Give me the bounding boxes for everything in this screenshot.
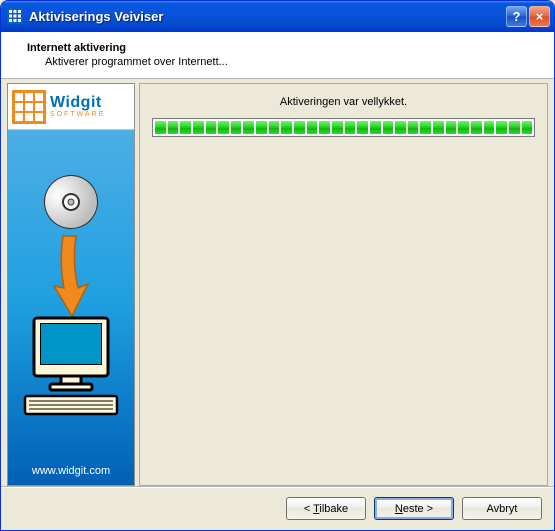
close-button[interactable]: ×: [529, 6, 550, 27]
progress-segment: [370, 121, 381, 134]
progress-segment: [471, 121, 482, 134]
titlebar: Aktiviserings Veiviser ? ×: [1, 1, 554, 31]
logo-name: Widgit: [50, 95, 105, 111]
help-button[interactable]: ?: [506, 6, 527, 27]
next-button[interactable]: Neste >: [374, 497, 454, 520]
progress-segment: [180, 121, 191, 134]
progress-segment: [206, 121, 217, 134]
progress-segment: [420, 121, 431, 134]
progress-segment: [256, 121, 267, 134]
logo-text: Widgit SOFTWARE: [50, 95, 105, 118]
progress-segment: [218, 121, 229, 134]
progress-segment: [269, 121, 280, 134]
sidebar-illustration: [8, 130, 134, 459]
logo: Widgit SOFTWARE: [8, 84, 134, 130]
progress-segment: [168, 121, 179, 134]
back-button[interactable]: < Tilbake: [286, 497, 366, 520]
progress-segment: [446, 121, 457, 134]
next-button-label: Neste >: [395, 503, 433, 515]
progress-segment: [522, 121, 533, 134]
content-row: Widgit SOFTWARE: [1, 79, 554, 486]
progress-segment: [484, 121, 495, 134]
progress-segment: [496, 121, 507, 134]
cancel-button[interactable]: Avbryt: [462, 497, 542, 520]
progress-segment: [357, 121, 368, 134]
progress-segment: [383, 121, 394, 134]
back-button-label: < Tilbake: [304, 503, 348, 515]
progress-segment: [243, 121, 254, 134]
progress-segment: [345, 121, 356, 134]
window-title: Aktiviserings Veiviser: [29, 9, 504, 24]
progress-segment: [307, 121, 318, 134]
progress-bar: [152, 118, 535, 137]
progress-segment: [281, 121, 292, 134]
footer: < Tilbake Neste > Avbryt: [1, 486, 554, 530]
sidebar: Widgit SOFTWARE: [7, 83, 135, 486]
progress-segment: [319, 121, 330, 134]
wizard-window: Aktiviserings Veiviser ? × Internett akt…: [0, 0, 555, 531]
app-icon: [7, 8, 23, 24]
progress-segment: [155, 121, 166, 134]
sidebar-url: www.widgit.com: [8, 459, 134, 485]
page-subtitle: Aktiverer programmet over Internett...: [27, 56, 538, 68]
logo-mark-icon: [12, 90, 46, 124]
progress-segment: [193, 121, 204, 134]
progress-segment: [332, 121, 343, 134]
page-title: Internett aktivering: [27, 42, 538, 54]
progress-segment: [509, 121, 520, 134]
status-text: Aktiveringen var vellykket.: [152, 96, 535, 108]
progress-segment: [408, 121, 419, 134]
progress-segment: [395, 121, 406, 134]
progress-segment: [294, 121, 305, 134]
client-area: Internett aktivering Aktiverer programme…: [1, 31, 554, 530]
progress-segment: [231, 121, 242, 134]
logo-tagline: SOFTWARE: [50, 111, 105, 118]
progress-segment: [458, 121, 469, 134]
main-panel: Aktiveringen var vellykket.: [139, 83, 548, 486]
wizard-header: Internett aktivering Aktiverer programme…: [1, 32, 554, 79]
cancel-button-label: Avbryt: [487, 503, 518, 515]
progress-segment: [433, 121, 444, 134]
